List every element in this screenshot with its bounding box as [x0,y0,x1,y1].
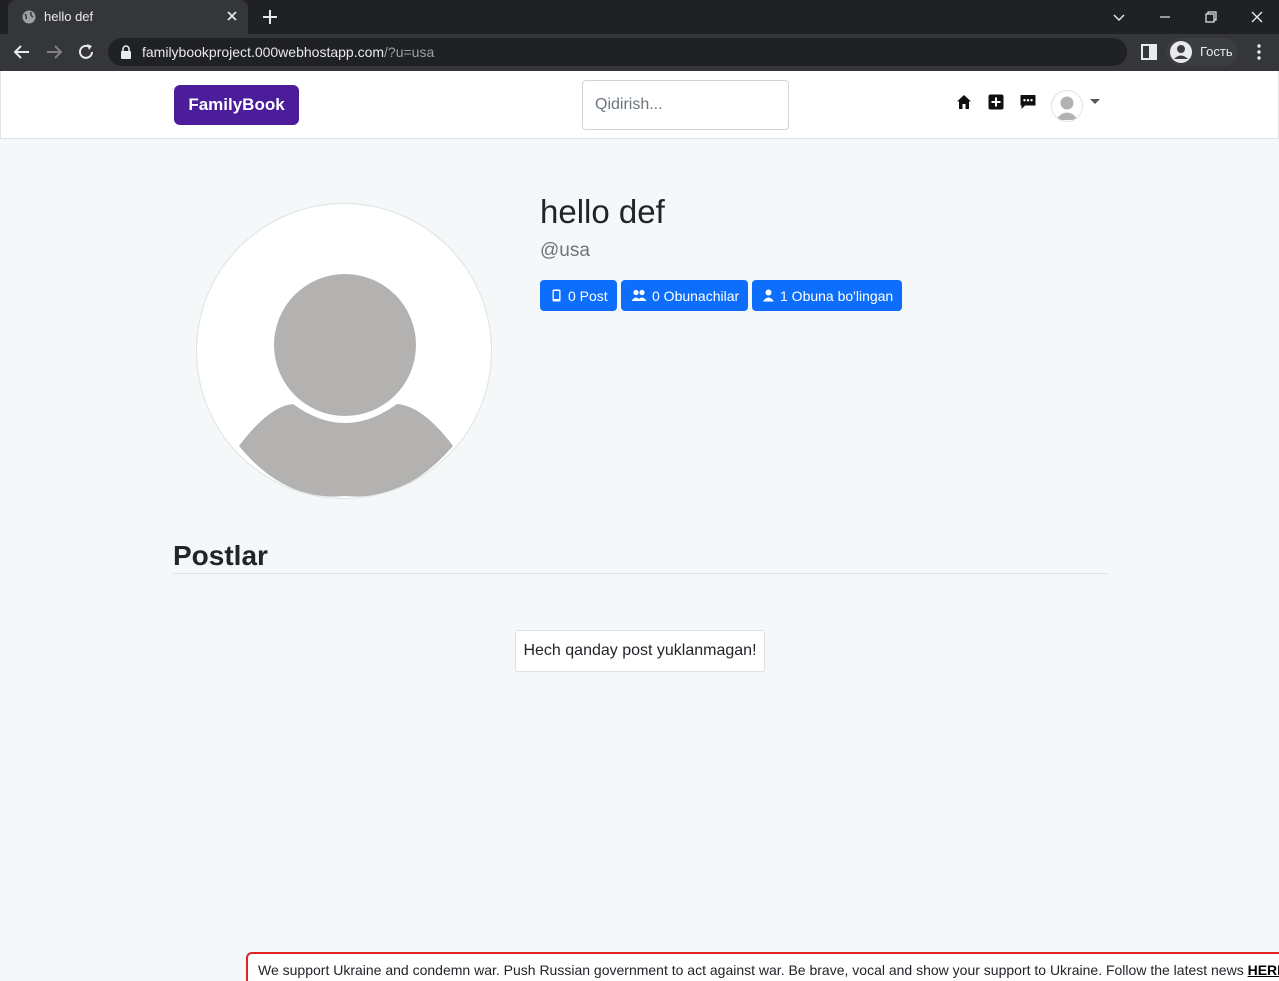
address-bar[interactable]: familybookproject.000webhostapp.com/?u=u… [108,38,1127,66]
following-button[interactable]: 1 Obuna bo'lingan [752,280,903,311]
window-close-icon[interactable] [1247,7,1267,27]
browser-toolbar: familybookproject.000webhostapp.com/?u=u… [0,34,1279,71]
mobile-icon [552,289,561,302]
profile-name: hello def [540,193,665,230]
posts-section-title: Postlar [173,540,268,571]
browser-tab[interactable]: hello def [8,0,248,34]
reload-icon[interactable] [76,42,96,62]
followers-button[interactable]: 0 Obunachilar [621,280,749,311]
profile-label: Гость [1200,44,1233,59]
avatar-icon [1055,96,1079,120]
dropdown-caret-icon[interactable] [1090,99,1100,104]
forward-icon[interactable] [44,42,64,62]
search-input[interactable] [582,80,789,130]
restore-icon[interactable] [1201,7,1221,27]
profile-icon [1170,41,1192,63]
posts-count-button[interactable]: 0 Post [540,280,617,311]
globe-icon [22,10,36,24]
menu-icon[interactable] [1250,43,1268,61]
users-icon [631,289,647,301]
new-tab-icon[interactable] [261,8,279,26]
avatar-placeholder-icon [239,274,453,497]
home-icon[interactable] [955,93,973,111]
user-icon [763,289,774,302]
tab-title: hello def [44,9,94,24]
followers-label: 0 Obunachilar [652,287,740,304]
add-post-icon[interactable] [987,93,1005,111]
site-navbar: FamilyBook [0,71,1279,139]
posts-count-label: 0 Post [568,287,608,304]
back-icon[interactable] [12,42,32,62]
profile-handle: @usa [540,240,590,261]
close-icon[interactable] [224,8,240,24]
profile-picture [196,203,492,499]
empty-posts-message: Hech qanday post yuklanmagan! [515,630,765,672]
brand-logo[interactable]: FamilyBook [174,85,299,125]
lock-icon[interactable] [120,45,132,59]
banner-text: We support Ukraine and condemn war. Push… [258,962,1244,978]
side-panel-icon[interactable] [1140,43,1158,61]
section-divider [173,573,1108,574]
minimize-icon[interactable] [1155,7,1175,27]
user-avatar[interactable] [1051,90,1083,122]
chevron-down-icon[interactable] [1109,7,1129,27]
ukraine-support-banner: We support Ukraine and condemn war. Push… [246,952,1279,981]
browser-tab-bar: hello def [0,0,1279,34]
profile-chip[interactable]: Гость [1166,38,1238,66]
following-label: 1 Obuna bo'lingan [780,287,894,304]
url-text: familybookproject.000webhostapp.com/?u=u… [142,44,435,60]
banner-link[interactable]: HERE [1248,962,1279,978]
messages-icon[interactable] [1019,93,1037,111]
